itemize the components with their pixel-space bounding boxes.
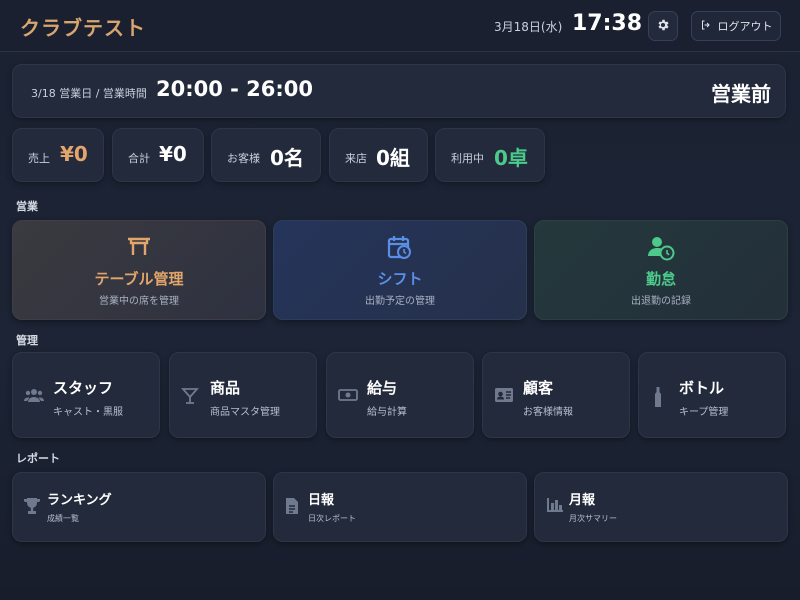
- bar-chart-icon: [546, 497, 564, 517]
- stat-value: 0名: [270, 146, 304, 170]
- business-day-label: 3/18 営業日 / 営業時間: [31, 87, 147, 100]
- stat-value: 0卓: [494, 146, 528, 170]
- stat-visits: 来店 0組: [329, 128, 428, 182]
- stat-value: 0組: [376, 146, 410, 170]
- op-subtitle: 営業中の席を管理: [99, 296, 179, 307]
- app-header: クラブテスト 3月18日(水) 17:38 ログアウト: [0, 0, 800, 52]
- business-hours: 20:00 - 26:00: [156, 77, 314, 101]
- shift-button[interactable]: シフト 出勤予定の管理: [273, 220, 527, 320]
- stat-sales: 売上 ¥0: [12, 128, 104, 182]
- stat-value: ¥0: [60, 142, 88, 166]
- table-icon: [126, 235, 152, 261]
- ranking-button[interactable]: ランキング 成績一覧: [12, 472, 266, 542]
- stat-tables-in-use: 利用中 0卓: [435, 128, 545, 182]
- mg-subtitle: キャスト・黒服: [53, 407, 123, 418]
- settings-button[interactable]: [648, 11, 678, 41]
- current-date: 3月18日(水): [494, 20, 563, 34]
- products-button[interactable]: 商品 商品マスタ管理: [169, 352, 317, 438]
- stat-value: ¥0: [159, 142, 187, 166]
- trophy-icon: [24, 497, 40, 519]
- calendar-clock-icon: [387, 235, 413, 265]
- customers-button[interactable]: 顧客 お客様情報: [482, 352, 630, 438]
- op-subtitle: 出退勤の記録: [631, 296, 691, 307]
- people-icon: [24, 387, 44, 407]
- section-label-reports: レポート: [16, 452, 60, 465]
- stat-label: 来店: [345, 152, 367, 165]
- payroll-button[interactable]: 給与 給与計算: [326, 352, 474, 438]
- op-title: テーブル管理: [94, 270, 184, 288]
- op-title: 勤怠: [645, 270, 676, 288]
- app-title: クラブテスト: [20, 16, 146, 40]
- mg-subtitle: お客様情報: [523, 407, 573, 418]
- staff-button[interactable]: スタッフ キャスト・黒服: [12, 352, 160, 438]
- stat-label: 利用中: [451, 152, 484, 165]
- mg-title: スタッフ: [53, 379, 114, 397]
- logout-icon: [700, 19, 712, 34]
- attendance-button[interactable]: 勤怠 出退勤の記録: [534, 220, 788, 320]
- stat-label: 売上: [28, 152, 50, 165]
- current-time: 17:38: [572, 11, 643, 36]
- id-card-icon: [494, 387, 514, 407]
- gear-icon: [656, 17, 670, 36]
- rp-subtitle: 日次レポート: [308, 514, 356, 523]
- logout-button[interactable]: ログアウト: [691, 11, 781, 41]
- stat-label: お客様: [227, 152, 260, 165]
- op-subtitle: 出勤予定の管理: [365, 296, 435, 307]
- stat-customers: お客様 0名: [211, 128, 321, 182]
- bottles-button[interactable]: ボトル キープ管理: [638, 352, 786, 438]
- rp-title: 月報: [569, 493, 596, 508]
- mg-subtitle: 商品マスタ管理: [210, 407, 280, 418]
- mg-subtitle: 給与計算: [367, 407, 407, 418]
- rp-title: 日報: [308, 493, 335, 508]
- stat-total: 合計 ¥0: [112, 128, 204, 182]
- table-management-button[interactable]: テーブル管理 営業中の席を管理: [12, 220, 266, 320]
- money-icon: [338, 387, 358, 407]
- monthly-report-button[interactable]: 月報 月次サマリー: [534, 472, 788, 542]
- stat-label: 合計: [128, 152, 150, 165]
- rp-subtitle: 成績一覧: [47, 514, 79, 523]
- rp-subtitle: 月次サマリー: [569, 514, 617, 523]
- mg-title: ボトル: [679, 379, 725, 397]
- logout-label: ログアウト: [717, 20, 773, 33]
- mg-title: 商品: [210, 379, 241, 397]
- section-label-operations: 営業: [16, 200, 38, 213]
- person-clock-icon: [647, 235, 675, 265]
- business-hours-card: 3/18 営業日 / 営業時間 20:00 - 26:00 営業前: [12, 64, 786, 118]
- mg-title: 顧客: [523, 379, 554, 397]
- mg-subtitle: キープ管理: [679, 407, 729, 418]
- mg-title: 給与: [367, 379, 398, 397]
- business-status: 営業前: [711, 82, 771, 106]
- bottle-icon: [653, 387, 663, 411]
- section-label-management: 管理: [16, 334, 38, 347]
- rp-title: ランキング: [47, 493, 112, 508]
- cocktail-icon: [181, 387, 199, 409]
- document-icon: [285, 497, 299, 519]
- daily-report-button[interactable]: 日報 日次レポート: [273, 472, 527, 542]
- op-title: シフト: [377, 270, 423, 288]
